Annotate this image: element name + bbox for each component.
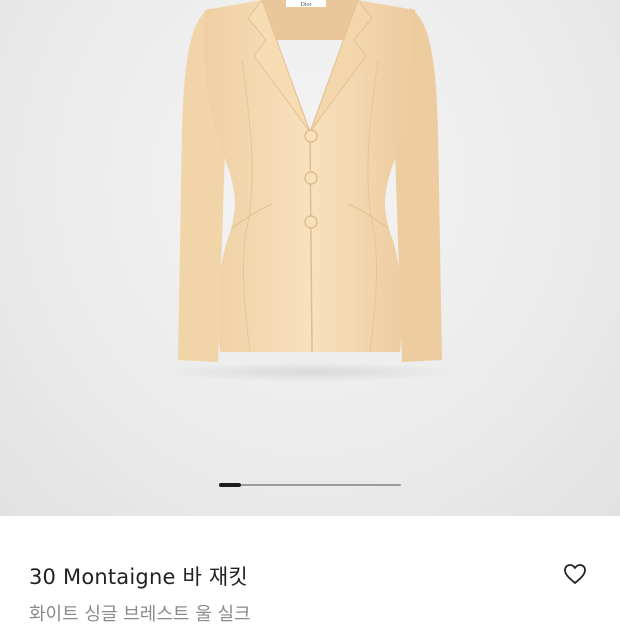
image-scroll-indicator[interactable] <box>219 483 401 487</box>
heart-outline-icon <box>564 564 586 584</box>
brand-label: Dior <box>301 2 312 8</box>
product-image: Dior <box>160 0 460 382</box>
product-title: 30 Montaigne 바 재킷 <box>29 565 248 589</box>
product-subtitle: 화이트 싱글 브레스트 울 실크 <box>29 604 251 625</box>
image-scroll-indicator-thumb <box>219 483 241 487</box>
product-info: 30 Montaigne 바 재킷 화이트 싱글 브레스트 울 실크 <box>0 516 620 625</box>
wishlist-button[interactable] <box>560 559 590 589</box>
product-image-gallery[interactable]: Dior <box>0 0 620 516</box>
